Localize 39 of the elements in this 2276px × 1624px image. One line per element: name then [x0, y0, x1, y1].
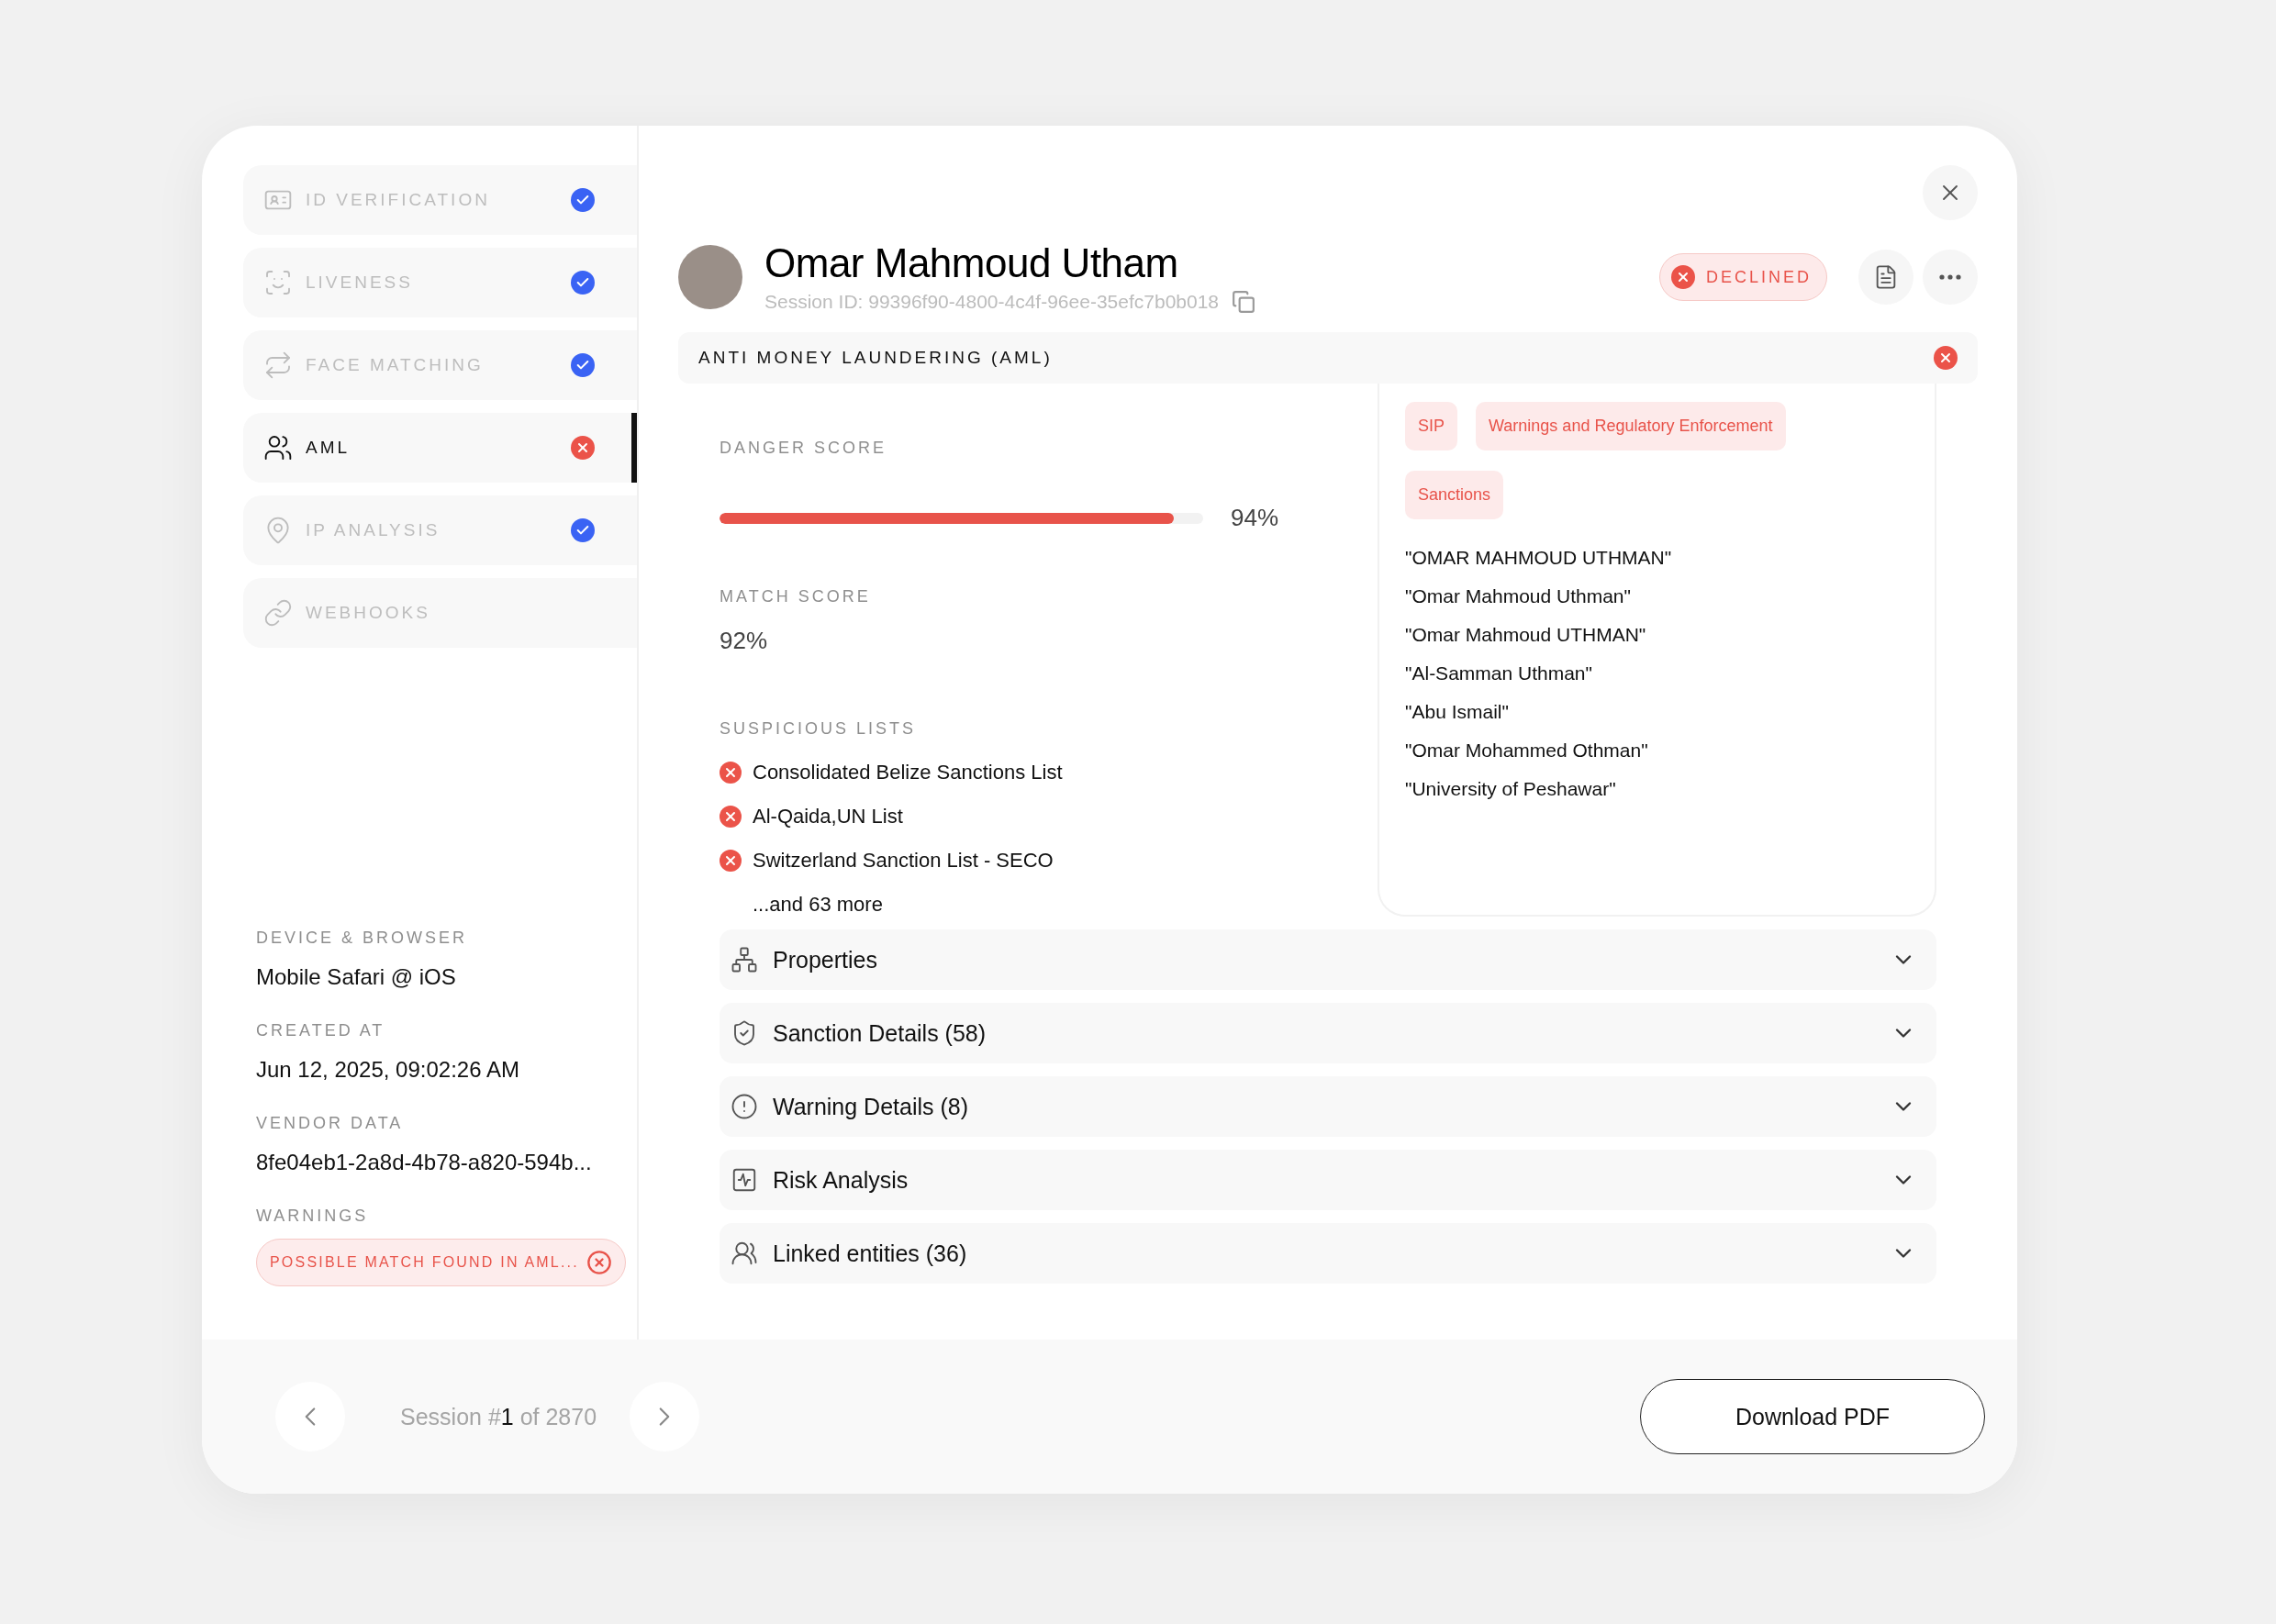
accordion-header[interactable]: Warning Details (8) [720, 1076, 1936, 1137]
sidebar-item[interactable]: AML [243, 413, 637, 483]
category-tag: SIP [1405, 402, 1457, 450]
detail-value: Mobile Safari @ iOS [256, 964, 457, 990]
list-name: Switzerland Sanction List - SECO [753, 849, 1054, 873]
detail-value: Jun 12, 2025, 09:02:26 AM [256, 1057, 520, 1083]
accordion-header[interactable]: Linked entities (36) [720, 1223, 1936, 1284]
alias-name: "Omar Mahmoud UTHMAN" [1405, 624, 1647, 646]
more-lists-text: ...and 63 more [752, 893, 884, 917]
detail-label: VENDOR DATA [256, 1114, 405, 1133]
alias-name: "Omar Mahmoud Uthman" [1405, 585, 1632, 607]
category-tag: Sanctions [1405, 471, 1504, 519]
suspicious-lists-label: SUSPICIOUS LISTS [720, 719, 918, 739]
alias-name: "OMAR MAHMOUD UTHMAN" [1405, 547, 1673, 569]
match-score-value: 92% [720, 627, 769, 655]
warning-tag: POSSIBLE MATCH FOUND IN AML... [256, 1239, 626, 1286]
detail-label: CREATED AT [256, 1021, 386, 1040]
accordion-header[interactable]: Properties [720, 929, 1936, 990]
download-pdf-button[interactable]: Download PDF [1640, 1379, 1985, 1454]
warnings-label: WARNINGS [256, 1207, 370, 1226]
detail-value: 8fe04eb1-2a8d-4b78-a820-594b... [256, 1150, 593, 1175]
match-score-label: MATCH SCORE [720, 587, 872, 606]
session-counter: Session #1 of 2870 [400, 1403, 597, 1430]
status-badge: DECLINED [1658, 253, 1827, 301]
accordion-header[interactable]: Risk Analysis [720, 1150, 1936, 1210]
alias-name: "University of Peshawar" [1405, 778, 1617, 800]
danger-score-label: DANGER SCORE [720, 439, 888, 458]
alias-name: "Abu Ismail" [1405, 701, 1510, 723]
section-title: ANTI MONEY LAUNDERING (AML) [698, 348, 1053, 368]
list-name: Al-Qaida,UN List [753, 805, 903, 829]
accordion-header[interactable]: Sanction Details (58) [720, 1003, 1936, 1063]
person-name: Omar Mahmoud Utham [764, 240, 1179, 286]
alias-name: "Al-Samman Uthman" [1405, 662, 1593, 684]
category-tag: Warnings and Regulatory Enforcement [1476, 402, 1786, 450]
list-name: Consolidated Belize Sanctions List [753, 761, 1063, 784]
danger-score-value: 94% [1231, 504, 1279, 532]
detail-label: DEVICE & BROWSER [256, 929, 469, 948]
alias-name: "Omar Mohammed Othman" [1405, 740, 1649, 762]
session-id: Session ID: 99396f90-4800-4c4f-96ee-35efc7b0b018 [764, 291, 1220, 313]
